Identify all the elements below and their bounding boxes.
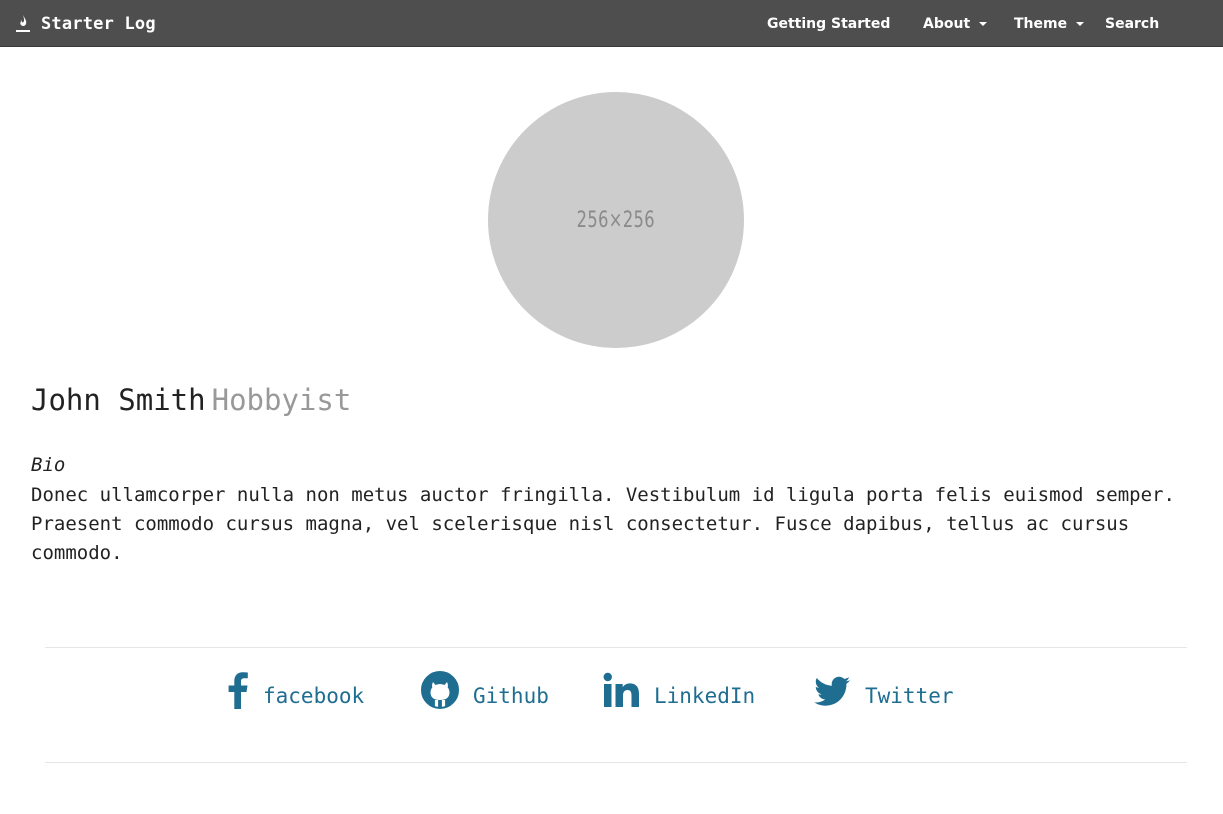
bio-text: Donec ullamcorper nulla non metus auctor… — [31, 484, 1175, 564]
divider-bottom — [45, 762, 1187, 763]
avatar-placeholder-text: 256×256 — [576, 207, 656, 233]
nav-getting-started[interactable]: Getting Started — [767, 0, 890, 47]
nav-about-dropdown[interactable]: About — [923, 0, 988, 47]
social-link-github[interactable]: Github — [421, 668, 549, 712]
nav-theme-dropdown[interactable]: Theme — [1014, 0, 1085, 47]
social-label-github: Github — [473, 684, 549, 708]
caret-down-icon — [979, 21, 988, 26]
social-label-facebook: facebook — [263, 684, 365, 708]
nav-about-label: About — [923, 15, 971, 32]
divider-top — [45, 647, 1187, 648]
linkedin-icon — [603, 671, 640, 709]
navbar: Starter Log Getting Started About Theme … — [0, 0, 1223, 47]
github-icon — [421, 671, 459, 709]
caret-down-icon — [1076, 21, 1085, 26]
nav-getting-started-label: Getting Started — [767, 15, 891, 32]
social-label-twitter: Twitter — [865, 684, 954, 708]
social-link-linkedin[interactable]: LinkedIn — [603, 668, 755, 712]
social-link-facebook[interactable]: facebook — [227, 668, 364, 712]
avatar: 256×256 — [488, 92, 744, 348]
social-label-linkedin: LinkedIn — [654, 684, 756, 708]
profile-role: Hobbyist — [211, 383, 352, 417]
nav-search[interactable]: Search — [1105, 0, 1159, 47]
social-link-twitter[interactable]: Twitter — [813, 668, 954, 712]
brand-link[interactable]: Starter Log — [15, 0, 156, 47]
bio-label: Bio — [31, 454, 66, 476]
profile-heading: John Smith Hobbyist — [31, 383, 351, 417]
profile-name: John Smith — [31, 383, 206, 417]
nav-search-label: Search — [1105, 15, 1160, 32]
facebook-icon — [227, 671, 249, 709]
twitter-icon — [813, 671, 851, 709]
brand-title: Starter Log — [41, 13, 156, 34]
flame-icon — [15, 14, 31, 33]
nav-theme-label: Theme — [1014, 15, 1068, 32]
